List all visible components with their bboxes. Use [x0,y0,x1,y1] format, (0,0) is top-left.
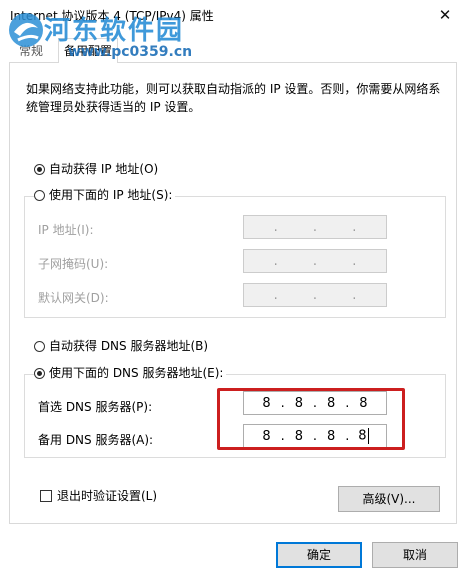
radio-indicator [34,367,45,379]
radio-indicator [34,163,45,175]
validate-checkbox[interactable]: 退出时验证设置(L) [40,487,157,505]
default-gateway-label: 默认网关(D): [38,291,109,305]
auto-dns-radio[interactable]: 自动获得 DNS 服务器地址(B) [34,337,208,355]
watermark-logo-icon [9,13,43,47]
radio-indicator [34,340,45,352]
cancel-button[interactable]: 取消 [372,542,458,568]
validate-label: 退出时验证设置(L) [57,489,158,503]
default-gateway-input[interactable]: . . . [243,283,387,307]
manual-ip-radio[interactable]: 使用下面的 IP 地址(S): [34,186,176,204]
subnet-mask-input[interactable]: . . . [243,249,387,273]
advanced-button[interactable]: 高级(V)... [338,486,440,512]
manual-ip-label: 使用下面的 IP 地址(S): [49,188,173,202]
auto-dns-label: 自动获得 DNS 服务器地址(B) [49,339,209,353]
watermark-url: www.pc0359.cn [68,44,193,60]
dns-highlight-box [217,388,405,450]
manual-dns-label: 使用下面的 DNS 服务器地址(E): [49,366,224,380]
ip-address-label: IP 地址(I): [38,223,94,237]
ip-address-input[interactable]: . . . [243,215,387,239]
auto-ip-radio[interactable]: 自动获得 IP 地址(O) [34,160,158,178]
radio-indicator [34,189,45,201]
manual-dns-radio[interactable]: 使用下面的 DNS 服务器地址(E): [34,364,227,382]
watermark-text: 河东软件园 [44,16,185,46]
auto-ip-label: 自动获得 IP 地址(O) [49,162,159,176]
alternate-dns-label: 备用 DNS 服务器(A): [38,433,154,447]
preferred-dns-label: 首选 DNS 服务器(P): [38,400,153,414]
ok-button[interactable]: 确定 [276,542,362,568]
description-text: 如果网络支持此功能，则可以获取自动指派的 IP 设置。否则，你需要从网络系统管理… [26,82,441,114]
subnet-mask-label: 子网掩码(U): [38,257,109,271]
checkbox-indicator [40,490,52,502]
close-icon: ✕ [438,6,452,24]
close-button[interactable]: ✕ [432,2,458,28]
watermark: 河东软件园 www.pc0359.cn [4,4,254,66]
